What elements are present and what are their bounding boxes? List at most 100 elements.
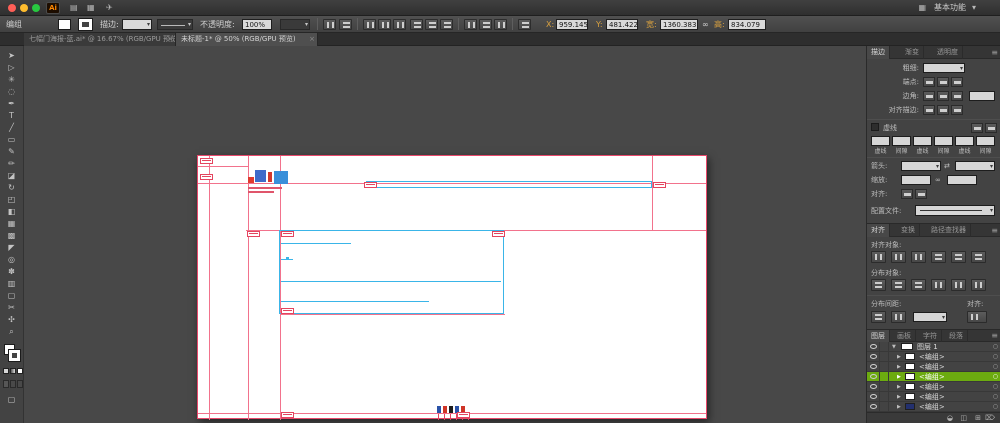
mesh-tool[interactable]: ▦ xyxy=(0,218,23,230)
align-to-dropdown[interactable] xyxy=(967,311,987,323)
stroke-color-swatch[interactable] xyxy=(79,19,92,30)
disclosure-triangle-icon[interactable]: ▶ xyxy=(897,402,901,412)
arrow-align-end-button[interactable] xyxy=(915,189,927,199)
align-v-center-button[interactable] xyxy=(951,251,966,263)
layer-row-selected[interactable]: ▶ <编组> ○ xyxy=(867,372,1000,382)
layer-row[interactable]: ▶ <编组> ○ xyxy=(867,362,1000,372)
horizontal-align-right-icon[interactable] xyxy=(393,19,406,30)
layer-thumbnail[interactable] xyxy=(901,343,913,350)
eye-icon[interactable] xyxy=(870,374,877,379)
align-top-button[interactable] xyxy=(931,251,946,263)
tab-gradient[interactable]: 渐变 xyxy=(901,46,924,59)
chevron-down-icon[interactable]: ▾ xyxy=(936,164,939,170)
link-icon[interactable]: ∞ xyxy=(702,19,709,30)
document-tab-1[interactable]: 七幅门海报-蓝.ai* @ 16.67% (RGB/GPU 预览)× xyxy=(24,33,176,46)
window-zoom-button[interactable] xyxy=(32,4,40,12)
distribute-v-center-button[interactable] xyxy=(891,279,906,291)
pen-tool[interactable]: ✒ xyxy=(0,98,23,110)
vertical-align-middle-icon[interactable] xyxy=(425,19,438,30)
color-mode-button[interactable] xyxy=(3,368,9,374)
chevron-down-icon[interactable]: ▾ xyxy=(990,164,993,170)
layer-thumbnail[interactable] xyxy=(905,363,915,370)
eyedropper-tool[interactable]: ◤ xyxy=(0,242,23,254)
lock-cell[interactable] xyxy=(880,372,889,382)
visibility-cell[interactable] xyxy=(867,402,880,412)
tab-align[interactable]: 对齐 xyxy=(867,224,890,237)
distribute-horizontal-icon[interactable] xyxy=(464,19,477,30)
layer-name[interactable]: <编组> xyxy=(919,392,945,402)
target-icon[interactable]: ○ xyxy=(993,352,998,362)
document-tab-2[interactable]: 未标题-1* @ 50% (RGB/GPU 预览)× xyxy=(176,33,318,46)
align-h-center-button[interactable] xyxy=(891,251,906,263)
eye-icon[interactable] xyxy=(870,364,877,369)
arrowhead-end-dropdown[interactable]: ▾ xyxy=(955,161,995,171)
distribute-h-center-button[interactable] xyxy=(951,279,966,291)
chevron-down-icon[interactable]: ▾ xyxy=(960,66,963,72)
selected-line[interactable] xyxy=(281,243,351,244)
rectangle-tool[interactable]: ▭ xyxy=(0,134,23,146)
butt-cap-button[interactable] xyxy=(923,77,935,87)
dash-field-2[interactable] xyxy=(913,136,932,146)
chevron-down-icon[interactable]: ▾ xyxy=(188,22,191,28)
graphic-style-dropdown[interactable]: ▾ xyxy=(280,19,310,30)
disclosure-triangle-icon[interactable]: ▼ xyxy=(892,342,896,352)
layer-name[interactable]: 图层 1 xyxy=(917,342,938,352)
arrowhead-start-dropdown[interactable]: ▾ xyxy=(901,161,941,171)
delete-layer-icon[interactable]: ⌦ xyxy=(985,414,995,423)
align-left-button[interactable] xyxy=(871,251,886,263)
target-icon[interactable]: ○ xyxy=(993,382,998,392)
new-layer-icon[interactable]: ⊞ xyxy=(975,414,981,423)
layer-row[interactable]: ▶ <编组> ○ xyxy=(867,382,1000,392)
vertical-align-top-icon[interactable] xyxy=(410,19,423,30)
eraser-tool[interactable]: ◪ xyxy=(0,170,23,182)
round-cap-button[interactable] xyxy=(937,77,949,87)
gradient-mode-button[interactable] xyxy=(10,368,16,374)
artwork-text-line[interactable] xyxy=(248,191,274,193)
draw-inside-button[interactable] xyxy=(17,380,23,388)
chevron-down-icon[interactable]: ▾ xyxy=(990,208,993,214)
layer-thumbnail[interactable] xyxy=(905,373,915,380)
distribute-bottom-button[interactable] xyxy=(911,279,926,291)
visibility-cell[interactable] xyxy=(867,382,880,392)
chevron-down-icon[interactable]: ▾ xyxy=(972,3,976,13)
blend-tool[interactable]: ◎ xyxy=(0,254,23,266)
tab-layers[interactable]: 图层 xyxy=(867,330,890,342)
horizontal-align-center-icon[interactable] xyxy=(378,19,391,30)
dashed-line-checkbox[interactable] xyxy=(871,123,879,131)
dash-align-button[interactable] xyxy=(985,123,997,133)
brush-definition-dropdown[interactable]: ▾ xyxy=(157,19,193,30)
direct-selection-tool[interactable]: ▷ xyxy=(0,62,23,74)
tab-character[interactable]: 字符 xyxy=(919,330,942,342)
layer-name[interactable]: <编组> xyxy=(919,362,945,372)
disclosure-triangle-icon[interactable]: ▶ xyxy=(897,352,901,362)
arrange-documents-icon[interactable]: ▤ xyxy=(70,3,78,13)
column-graph-tool[interactable]: ▥ xyxy=(0,278,23,290)
target-icon[interactable]: ○ xyxy=(993,372,998,382)
distribute-vertical-icon[interactable] xyxy=(479,19,492,30)
distribute-v-space-button[interactable] xyxy=(871,311,886,323)
round-join-button[interactable] xyxy=(937,91,949,101)
logo-artwork[interactable] xyxy=(268,172,272,182)
align-right-button[interactable] xyxy=(911,251,926,263)
panel-menu-icon[interactable]: ≡ xyxy=(991,226,998,235)
chevron-down-icon[interactable]: ▾ xyxy=(147,22,150,28)
visibility-cell[interactable] xyxy=(867,352,880,362)
fill-color-swatch[interactable] xyxy=(58,19,71,30)
layer-name[interactable]: <编组> xyxy=(919,382,945,392)
layer-name[interactable]: <编组> xyxy=(919,402,945,412)
gap-field-2[interactable] xyxy=(934,136,953,146)
eye-icon[interactable] xyxy=(870,394,877,399)
horizontal-align-left-icon[interactable] xyxy=(363,19,376,30)
artwork-mark[interactable] xyxy=(437,406,441,413)
lock-cell[interactable] xyxy=(880,382,889,392)
visibility-cell[interactable] xyxy=(867,372,880,382)
pencil-tool[interactable]: ✏ xyxy=(0,158,23,170)
lock-cell[interactable] xyxy=(880,392,889,402)
workspace-switcher[interactable]: 基本功能 xyxy=(934,3,966,13)
target-icon[interactable]: ○ xyxy=(993,402,998,412)
type-tool[interactable]: T xyxy=(0,110,23,122)
layer-row[interactable]: ▶ <编组> ○ xyxy=(867,402,1000,412)
selected-header-rect[interactable] xyxy=(366,181,652,188)
make-clipping-mask-icon[interactable]: ◒ xyxy=(947,414,953,423)
dash-field-1[interactable] xyxy=(871,136,890,146)
